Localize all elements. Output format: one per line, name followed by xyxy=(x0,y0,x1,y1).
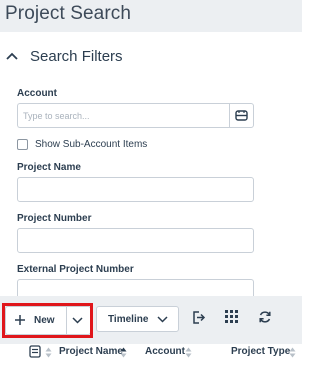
export-icon[interactable] xyxy=(191,310,206,325)
page-title: Project Search xyxy=(5,3,132,24)
lookup-icon xyxy=(235,110,248,121)
project-number-label: Project Number xyxy=(17,213,92,224)
timeline-dropdown[interactable]: Timeline xyxy=(96,306,179,332)
project-name-label: Project Name xyxy=(17,162,81,173)
sort-icon[interactable] xyxy=(185,347,192,358)
show-sub-account-checkbox[interactable] xyxy=(17,139,28,150)
chevron-down-icon xyxy=(157,316,168,323)
sort-icon[interactable] xyxy=(45,347,52,358)
project-name-input[interactable] xyxy=(17,177,254,202)
account-search-input[interactable] xyxy=(17,103,229,128)
column-header-account[interactable]: Account xyxy=(145,346,185,357)
refresh-icon[interactable] xyxy=(258,310,272,324)
sort-ascending-icon[interactable] xyxy=(120,347,127,358)
column-chooser-icon[interactable] xyxy=(225,310,238,323)
new-button-highlight xyxy=(2,303,93,338)
external-project-number-label: External Project Number xyxy=(17,264,134,275)
search-filters-toggle[interactable]: Search Filters xyxy=(0,32,302,80)
project-number-input[interactable] xyxy=(17,228,254,253)
account-label: Account xyxy=(17,88,57,99)
account-lookup-button[interactable] xyxy=(229,103,254,128)
column-header-project-name[interactable]: Project Name xyxy=(59,346,123,357)
search-filters-title: Search Filters xyxy=(30,48,123,65)
column-header-project-type[interactable]: Project Type xyxy=(231,346,290,357)
timeline-label: Timeline xyxy=(108,314,149,325)
page-header: Project Search xyxy=(0,0,302,32)
record-icon xyxy=(29,345,41,358)
show-sub-account-label: Show Sub-Account Items xyxy=(35,139,148,150)
sort-icon[interactable] xyxy=(289,347,296,358)
chevron-up-icon xyxy=(6,52,18,60)
